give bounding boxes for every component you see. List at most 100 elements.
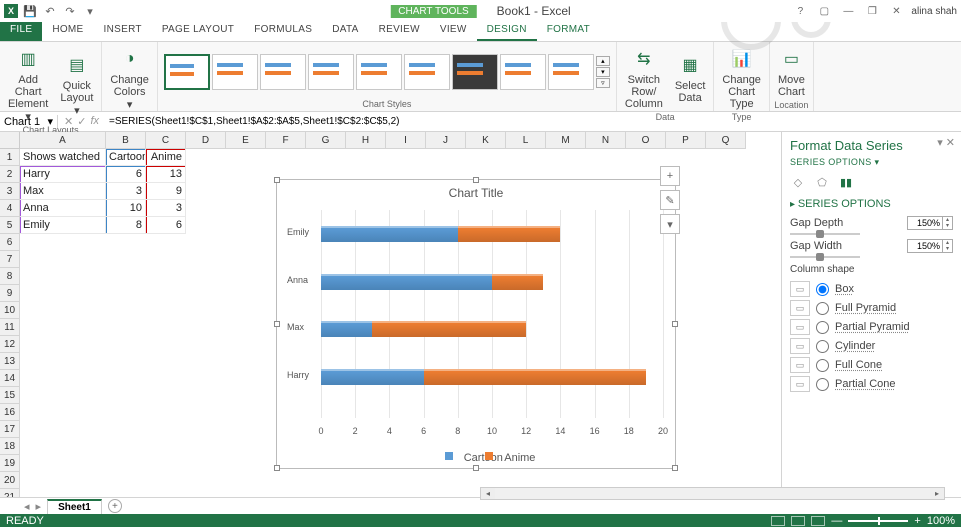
gallery-down-icon[interactable]: ▾	[596, 67, 610, 77]
tab-file[interactable]: FILE	[0, 22, 42, 41]
gap-width-input[interactable]: ▴▾	[907, 239, 953, 253]
zoom-level[interactable]: 100%	[927, 515, 955, 527]
cell[interactable]: Harry	[20, 166, 106, 183]
row-header[interactable]: 13	[0, 353, 20, 370]
switch-row-column-button[interactable]: ⇆Switch Row/ Column	[621, 44, 667, 112]
zoom-slider[interactable]	[848, 520, 908, 522]
column-header[interactable]: J	[426, 132, 466, 149]
redo-icon[interactable]: ↷	[62, 3, 78, 19]
row-header[interactable]: 12	[0, 336, 20, 353]
help-icon[interactable]: ?	[791, 3, 809, 19]
formula-input[interactable]: =SERIES(Sheet1!$C$1,Sheet1!$A$2:$A$5,She…	[105, 116, 961, 127]
bar-emily[interactable]	[321, 222, 560, 246]
enter-formula-icon[interactable]: ✓	[77, 115, 86, 128]
chart-styles-gallery[interactable]: ▴▾▿	[162, 44, 612, 99]
chart-style-4[interactable]	[308, 54, 354, 90]
row-header[interactable]: 4	[0, 200, 20, 217]
row-header[interactable]: 15	[0, 387, 20, 404]
undo-icon[interactable]: ↶	[42, 3, 58, 19]
row-header[interactable]: 17	[0, 421, 20, 438]
shape-option-partial-cone[interactable]: ▭Partial Cone	[790, 376, 953, 392]
tab-review[interactable]: REVIEW	[369, 22, 430, 41]
chart-styles-button[interactable]: ✎	[660, 190, 680, 210]
series-options-header[interactable]: ▸ SERIES OPTIONS	[790, 198, 953, 210]
effects-icon[interactable]: ⬠	[814, 174, 830, 190]
row-header[interactable]: 11	[0, 319, 20, 336]
cell[interactable]: 13	[146, 166, 186, 183]
tab-page-layout[interactable]: PAGE LAYOUT	[152, 22, 244, 41]
column-header[interactable]: N	[586, 132, 626, 149]
column-header[interactable]: A	[20, 132, 106, 149]
column-header[interactable]: I	[386, 132, 426, 149]
column-header[interactable]: O	[626, 132, 666, 149]
shape-option-full-cone[interactable]: ▭Full Cone	[790, 357, 953, 373]
column-header[interactable]: F	[266, 132, 306, 149]
cell[interactable]: 3	[106, 183, 146, 200]
shape-option-full-pyramid[interactable]: ▭Full Pyramid	[790, 300, 953, 316]
cell[interactable]: 8	[106, 217, 146, 234]
tab-format[interactable]: FORMAT	[537, 22, 600, 41]
tab-formulas[interactable]: FORMULAS	[244, 22, 322, 41]
chart-style-5[interactable]	[356, 54, 402, 90]
chart-filters-button[interactable]: ▾	[660, 214, 680, 234]
row-header[interactable]: 6	[0, 234, 20, 251]
page-layout-view-icon[interactable]	[791, 516, 805, 526]
gallery-more-icon[interactable]: ▿	[596, 78, 610, 88]
chart-style-9[interactable]	[548, 54, 594, 90]
chart-elements-button[interactable]: +	[660, 166, 680, 186]
row-header[interactable]: 20	[0, 472, 20, 489]
select-data-button[interactable]: ▦Select Data	[671, 50, 710, 106]
row-header[interactable]: 18	[0, 438, 20, 455]
column-header[interactable]: Q	[706, 132, 746, 149]
column-header[interactable]: B	[106, 132, 146, 149]
quick-layout-button[interactable]: ▤Quick Layout ▾	[56, 50, 97, 119]
row-header[interactable]: 10	[0, 302, 20, 319]
cancel-formula-icon[interactable]: ✕	[64, 115, 73, 128]
series-options-icon[interactable]: ▮▮	[838, 174, 854, 190]
move-chart-button[interactable]: ▭Move Chart	[774, 44, 809, 100]
worksheet[interactable]: ABCDEFGHIJKLMNOPQ 1234567891011121314151…	[0, 132, 781, 497]
row-header[interactable]: 8	[0, 268, 20, 285]
normal-view-icon[interactable]	[771, 516, 785, 526]
column-header[interactable]: C	[146, 132, 186, 149]
close-button[interactable]: ✕	[887, 3, 905, 19]
pane-subtitle[interactable]: SERIES OPTIONS ▾	[790, 157, 953, 168]
cell[interactable]: 3	[146, 200, 186, 217]
tab-data[interactable]: DATA	[322, 22, 368, 41]
chart-style-3[interactable]	[260, 54, 306, 90]
tab-view[interactable]: VIEW	[430, 22, 477, 41]
column-header[interactable]: D	[186, 132, 226, 149]
column-header[interactable]: G	[306, 132, 346, 149]
add-chart-element-button[interactable]: ▥Add Chart Element ▾	[4, 44, 52, 125]
cell[interactable]: 6	[146, 217, 186, 234]
tab-design[interactable]: DESIGN	[477, 22, 537, 41]
shape-option-cylinder[interactable]: ▭Cylinder	[790, 338, 953, 354]
chart-legend[interactable]: Cartoon Anime	[277, 450, 675, 460]
chart-object[interactable]: Chart Title Cartoon Anime 02468101214161…	[276, 179, 676, 469]
bar-max[interactable]	[321, 317, 526, 341]
column-header[interactable]: H	[346, 132, 386, 149]
column-header[interactable]: P	[666, 132, 706, 149]
chart-style-6[interactable]	[404, 54, 450, 90]
tab-home[interactable]: HOME	[42, 22, 93, 41]
row-header[interactable]: 3	[0, 183, 20, 200]
row-header[interactable]: 7	[0, 251, 20, 268]
cell[interactable]: Emily	[20, 217, 106, 234]
cell[interactable]: Anna	[20, 200, 106, 217]
cell[interactable]: 6	[106, 166, 146, 183]
chart-title[interactable]: Chart Title	[277, 180, 675, 206]
bar-anna[interactable]	[321, 270, 543, 294]
select-all-corner[interactable]	[0, 132, 20, 149]
sheet-tab-sheet1[interactable]: Sheet1	[47, 499, 102, 514]
horizontal-scrollbar[interactable]: ◂▸	[480, 487, 945, 500]
gap-width-slider[interactable]	[790, 256, 860, 258]
cell[interactable]: Anime	[146, 149, 186, 166]
change-chart-type-button[interactable]: 📊Change Chart Type	[718, 44, 765, 112]
chart-style-8[interactable]	[500, 54, 546, 90]
chart-style-1[interactable]	[164, 54, 210, 90]
row-header[interactable]: 5	[0, 217, 20, 234]
gap-depth-slider[interactable]	[790, 233, 860, 235]
sheet-nav-prev-icon[interactable]: ◂	[24, 500, 30, 513]
change-colors-button[interactable]: ◑Change Colors ▾	[106, 44, 153, 113]
ribbon-options-icon[interactable]: ▢	[815, 3, 833, 19]
